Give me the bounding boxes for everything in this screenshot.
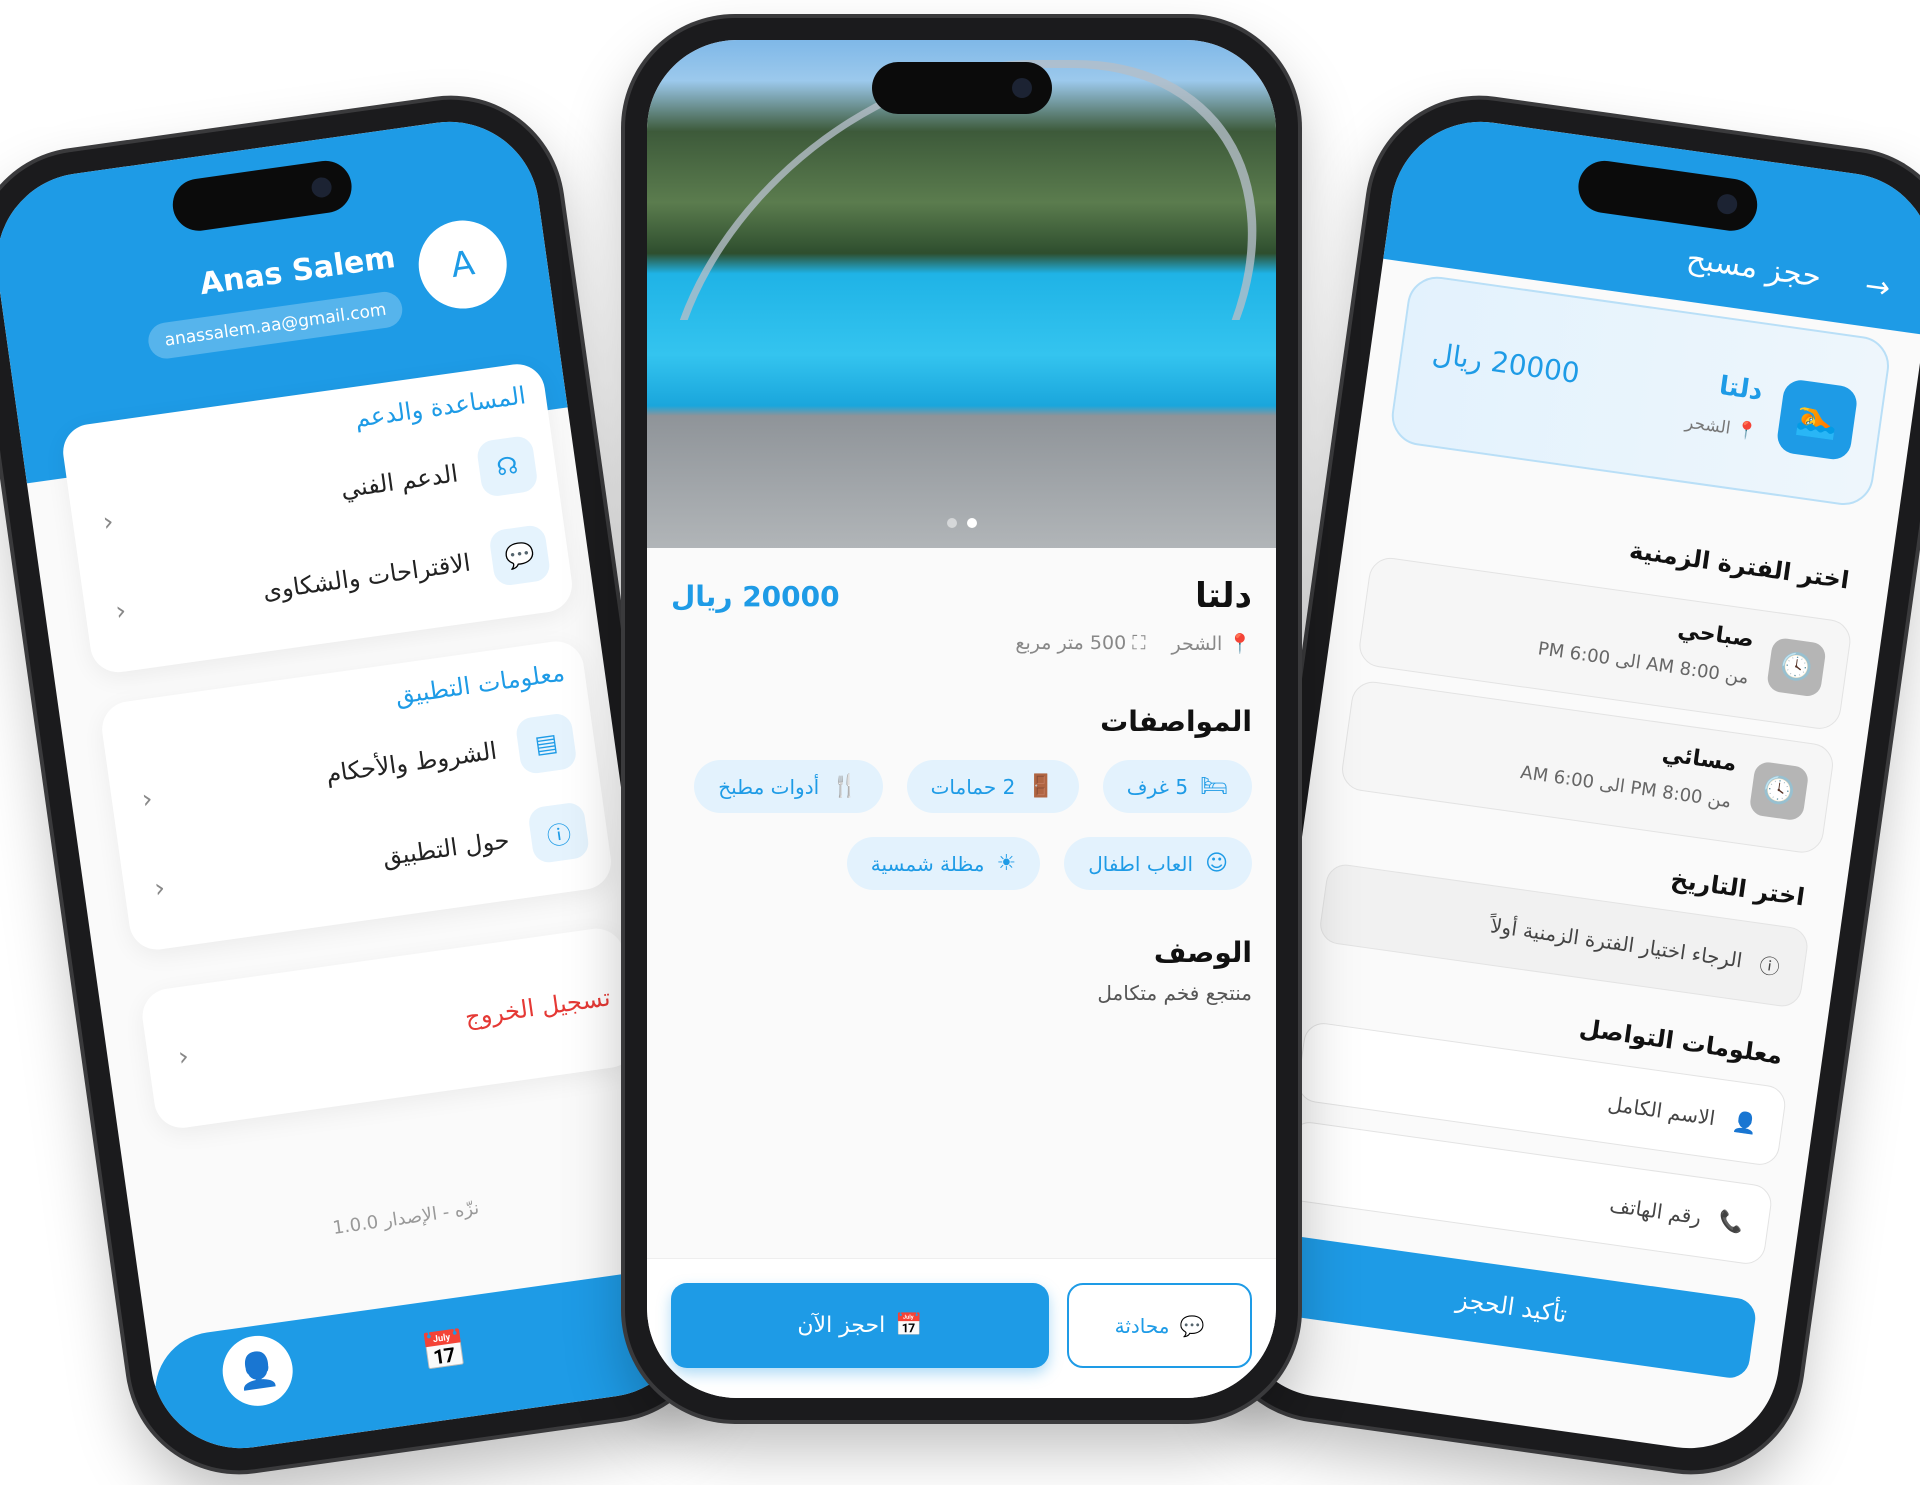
expand-icon: ⛶ [1132,632,1146,654]
sun-icon: ☀ [996,851,1017,876]
logout-button[interactable]: تسجيل الخروج ‹ [174,967,614,1087]
person-icon: 👤 [1731,1108,1760,1137]
spec-label: 2 حمامات [930,774,1016,799]
chevron-left-icon: ‹ [152,873,168,905]
spec-label: العاب اطفال [1088,851,1194,876]
clock-icon: 🕓 [1765,636,1827,698]
area: ⛶ 500 متر مربع [1015,632,1145,655]
description-text: منتجع فخم متكامل [1097,981,1252,1005]
pool-image-carousel[interactable] [647,40,1276,548]
clock-icon: 🕓 [1748,760,1810,822]
contact-title: معلومات التواصل [1577,1013,1785,1070]
avatar[interactable]: A [413,214,513,315]
description-title: الوصف [1153,936,1252,969]
pool-title: دلتا [1195,576,1252,616]
spec-label: أدوات مطبخ [718,774,820,799]
detail-phone: دلتا 20000 ريال 📍 الشحر ⛶ 500 متر مربع ا… [625,18,1298,1420]
spec-sunshade: ☀ مظلة شمسية [846,837,1041,890]
user-email: anassalem.aa@gmail.com [146,289,405,361]
booking-screen: → حجز مسبح 🏊 دلتا 📍 الشحر 20000 ريال اخت… [1225,110,1920,1460]
carousel-dot-active[interactable] [966,518,977,528]
calendar-icon[interactable]: 📅 [419,1327,469,1375]
swimming-icon: 🏊 [1775,377,1859,462]
chevron-left-icon: ‹ [176,1041,191,1073]
section-title-help: المساعدة والدعم [353,381,528,433]
info-icon: ⓘ [527,801,591,865]
specs-chips: 🛏 5 غرف 🚪 2 حمامات 🍴 أدوات مطبخ ☺ العاب اطفا… [671,760,1252,890]
detail-screen: دلتا 20000 ريال 📍 الشحر ⛶ 500 متر مربع ا… [647,40,1276,1398]
spec-label: 5 غرف [1126,774,1189,799]
spec-kitchen: 🍴 أدوات مطبخ [694,760,883,813]
info-icon: ⓘ [1758,952,1782,980]
app-info-card: معلومات التطبيق ▤ الشروط والأحكام ‹ ⓘ حول ا… [98,637,615,954]
location-pin-icon: 📍 [1734,419,1759,443]
chat-icon: 💬 [1179,1313,1205,1338]
spec-kids-games: ☺ العاب اطفال [1064,837,1252,890]
bed-icon: 🛏 [1200,774,1228,799]
spec-bathrooms: 🚪 2 حمامات [906,760,1079,813]
profile-screen: A Anas Salem anassalem.aa@gmail.com المس… [0,110,705,1460]
user-name: Anas Salem [197,240,398,303]
booking-phone: → حجز مسبح 🏊 دلتا 📍 الشحر 20000 ريال اخت… [1200,85,1920,1485]
app-version: نزّه - الإصدار 1.0.0 [331,1197,481,1239]
chat-label: محادثة [1114,1313,1170,1338]
booking-title: حجز مسبح [1684,241,1824,295]
slot-name: مسائي [1660,741,1739,777]
chevron-left-icon: ‹ [140,784,155,816]
bathroom-icon: 🚪 [1027,774,1055,799]
location-pin-icon: 📍 [1228,633,1252,655]
pool-price: 20000 ريال [1430,336,1582,391]
chevron-left-icon: ‹ [113,595,129,628]
dynamic-island [871,62,1052,114]
spec-label: مظلة شمسية [870,851,985,876]
carousel-dots [946,518,977,528]
document-icon: ▤ [514,711,578,776]
date-hint-text: الرجاء اختيار الفترة الزمنية أولاً [1489,913,1744,973]
location-text: الشحر [1171,633,1223,655]
book-now-button[interactable]: 📅 احجز الآن [671,1283,1049,1368]
area-text: 500 متر مربع [1015,632,1127,654]
logout-card: تسجيل الخروج ‹ [138,925,640,1132]
book-now-label: احجز الآن [797,1313,886,1338]
headset-icon: ☊ [475,434,539,498]
full-name-placeholder: الاسم الكامل [1606,1091,1717,1131]
menu-item-label: الشروط والأحكام [324,736,499,789]
spec-rooms: 🛏 5 غرف [1102,760,1252,813]
profile-icon[interactable]: 👤 [218,1331,298,1411]
calendar-icon: 📅 [895,1313,923,1338]
pool-name: دلتا [1717,370,1765,407]
date-title: اختر التاريخ [1669,865,1807,912]
specs-title: المواصفات [1100,705,1252,738]
back-arrow-icon[interactable]: → [1863,268,1893,306]
slot-name: صباحي [1676,617,1756,653]
bottom-nav: 👤 📅 [147,1264,705,1460]
pool-price: 20000 ريال [671,579,840,613]
phone-icon: 📞 [1717,1207,1746,1236]
menu-item-label: الاقتراحات والشكاوى [261,548,473,606]
action-bar: 💬 محادثة 📅 احجز الآن [647,1258,1276,1398]
child-face-icon: ☺ [1205,851,1228,876]
menu-item-label: حول التطبيق [380,825,512,872]
chevron-left-icon: ‹ [101,506,116,538]
section-title-app-info: معلومات التطبيق [393,658,567,710]
utensils-icon: 🍴 [831,774,859,799]
carousel-dot[interactable] [946,518,957,528]
period-title: اختر الفترة الزمنية [1627,536,1851,595]
feedback-icon: 💬 [488,523,552,588]
pool-location: 📍 الشحر [1684,413,1758,443]
logout-label: تسجيل الخروج [463,983,613,1032]
location: 📍 الشحر [1172,632,1252,655]
chat-button[interactable]: 💬 محادثة [1067,1283,1252,1368]
profile-phone: A Anas Salem anassalem.aa@gmail.com المس… [0,85,730,1485]
menu-item-label: الدعم الفني [339,459,460,504]
phone-placeholder: رقم الهاتف [1608,1192,1703,1230]
pool-location-text: الشحر [1684,412,1732,439]
